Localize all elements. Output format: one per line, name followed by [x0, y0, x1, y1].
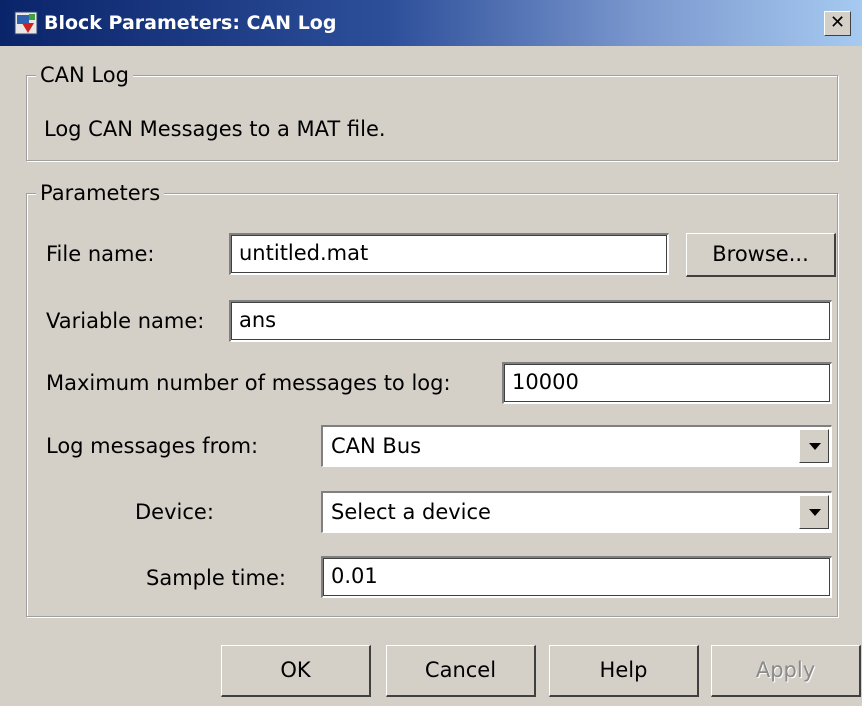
parameters-legend: Parameters [36, 181, 165, 205]
window-title: Block Parameters: CAN Log [44, 12, 337, 34]
help-button[interactable]: Help [549, 645, 699, 697]
title-bar[interactable]: Block Parameters: CAN Log ✕ [0, 0, 862, 46]
device-label: Device: [135, 500, 214, 524]
simulink-block-icon [14, 11, 38, 35]
block-description: Log CAN Messages to a MAT file. [44, 117, 386, 141]
variable-name-input[interactable]: ans [229, 300, 832, 342]
device-value: Select a device [331, 500, 491, 524]
browse-button[interactable]: Browse... [686, 233, 836, 277]
file-name-label: File name: [46, 242, 155, 266]
variable-name-label: Variable name: [46, 309, 205, 333]
sample-time-input[interactable]: 0.01 [321, 556, 832, 598]
description-legend: CAN Log [36, 63, 133, 87]
log-from-value: CAN Bus [331, 434, 422, 458]
chevron-down-icon[interactable] [799, 495, 829, 529]
log-from-label: Log messages from: [46, 434, 259, 458]
chevron-down-icon[interactable] [799, 429, 829, 463]
close-button[interactable]: ✕ [824, 11, 851, 36]
file-name-input[interactable]: untitled.mat [229, 233, 669, 275]
cancel-button[interactable]: Cancel [386, 645, 536, 697]
ok-button[interactable]: OK [221, 645, 371, 697]
max-messages-input[interactable]: 10000 [502, 362, 832, 404]
max-messages-label: Maximum number of messages to log: [46, 371, 451, 395]
log-from-select[interactable]: CAN Bus [321, 425, 832, 467]
device-select[interactable]: Select a device [321, 491, 832, 533]
apply-button[interactable]: Apply [711, 645, 861, 697]
sample-time-label: Sample time: [146, 566, 286, 590]
close-icon: ✕ [829, 12, 846, 33]
